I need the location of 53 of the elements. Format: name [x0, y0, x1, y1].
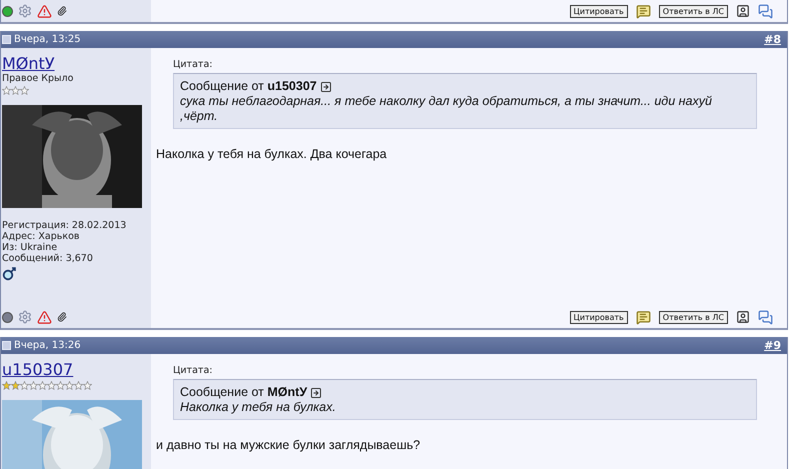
star-icon: [29, 381, 38, 390]
post-date: Вчера, 13:25: [14, 34, 81, 45]
chat-icon[interactable]: [758, 310, 773, 324]
user-info: Из: Ukraine: [2, 242, 58, 253]
warning-icon[interactable]: [37, 310, 52, 324]
paperclip-icon[interactable]: [57, 6, 67, 16]
star-icon: [2, 381, 11, 390]
post-icon: [2, 341, 11, 350]
gear-icon[interactable]: [18, 310, 32, 324]
post-date: Вчера, 13:26: [14, 340, 81, 351]
paperclip-icon[interactable]: [57, 312, 67, 322]
comment-icon[interactable]: [636, 310, 651, 324]
quote-author-line: Сообщение от MØntУ: [180, 385, 308, 400]
view-post-icon[interactable]: [320, 80, 332, 92]
quote-label: Цитата:: [173, 365, 214, 376]
user-square-icon[interactable]: [736, 310, 750, 324]
post-number-link[interactable]: #9: [764, 339, 781, 352]
user-square-icon[interactable]: [736, 4, 750, 18]
username-link[interactable]: MØntУ: [2, 54, 55, 73]
user-info: Регистрация: 28.02.2013: [2, 220, 128, 231]
quote-text: сука ты неблагодарная... я тебе наколку дал куда обратиться, а ты значит... иди нахуй ,чёрт.: [180, 94, 713, 124]
private-reply-button[interactable]: Ответить в ЛС: [658, 310, 728, 324]
star-icon: [56, 381, 65, 390]
star-icon: [11, 86, 20, 95]
star-icon: [83, 381, 92, 390]
username-link[interactable]: u150307: [2, 360, 74, 379]
star-icon: [20, 86, 29, 95]
comment-icon[interactable]: [636, 4, 651, 18]
quote-button[interactable]: Цитировать: [570, 310, 628, 324]
user-title: Правое Крыло: [2, 73, 74, 84]
warning-icon[interactable]: [37, 4, 52, 18]
chat-icon[interactable]: [758, 4, 773, 18]
gear-icon[interactable]: [18, 4, 32, 18]
star-icon: [11, 381, 20, 390]
male-icon: [2, 266, 17, 281]
message-text: Наколка у тебя на булках. Два кочегара: [156, 147, 388, 161]
message-text: и давно ты на мужские булки заглядываешь?: [156, 438, 422, 452]
post-number-link[interactable]: #8: [764, 33, 781, 46]
star-icon: [47, 381, 56, 390]
star-icon: [74, 381, 83, 390]
star-icon: [65, 381, 74, 390]
quote-button[interactable]: Цитировать: [570, 4, 628, 18]
star-icon: [2, 86, 11, 95]
user-info: Сообщений: 3,670: [2, 253, 94, 264]
private-reply-button[interactable]: Ответить в ЛС: [658, 4, 728, 18]
user-info: Адрес: Харьков: [2, 231, 80, 242]
star-icon: [20, 381, 29, 390]
quote-label: Цитата:: [173, 59, 214, 70]
quote-text: Наколка у тебя на булках.: [180, 400, 337, 415]
star-icon: [38, 381, 47, 390]
view-post-icon[interactable]: [310, 386, 322, 398]
quote-author-line: Сообщение от u150307: [180, 79, 317, 94]
post-icon: [2, 35, 11, 44]
